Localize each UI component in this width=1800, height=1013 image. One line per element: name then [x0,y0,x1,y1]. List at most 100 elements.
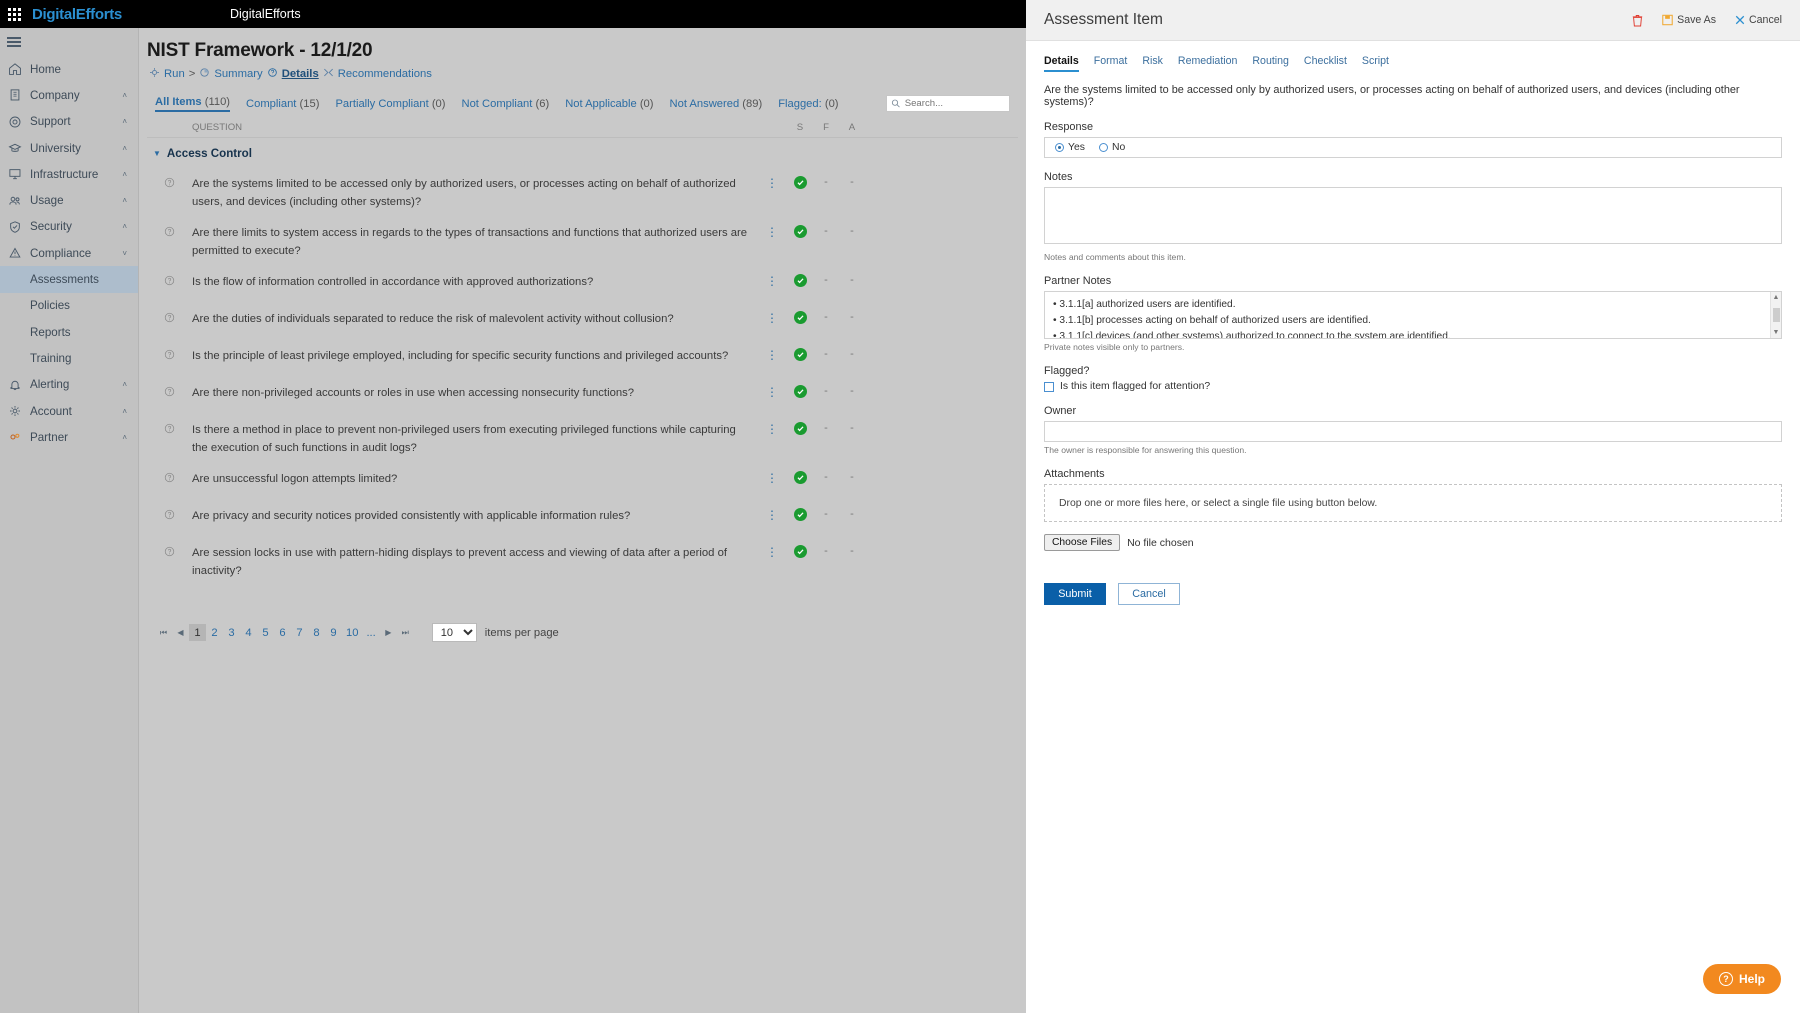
submit-button[interactable]: Submit [1044,583,1106,605]
filter-tab-partially-compliant[interactable]: Partially Compliant (0) [335,98,445,110]
row-menu-button[interactable]: ⋮ [757,471,787,485]
cancel-button[interactable]: Cancel [1118,583,1180,605]
breadcrumb-item-recommendations[interactable]: Recommendations [323,67,432,81]
choose-files-button[interactable]: Choose Files [1044,534,1121,551]
save-as-button[interactable]: Save As [1662,14,1716,26]
partner-notes-scrollbar[interactable]: ▲ ▼ [1770,292,1781,338]
sidebar-item-account[interactable]: Account ˄ [0,398,138,424]
apps-grid-button[interactable] [0,7,28,21]
tab-routing[interactable]: Routing [1252,55,1289,72]
scrollbar-thumb[interactable] [1772,308,1780,322]
sidebar-item-home[interactable]: Home [0,56,138,82]
table-row[interactable]: Are session locks in use with pattern-hi… [147,538,1018,587]
notes-textarea[interactable] [1044,187,1782,244]
brand-logo[interactable]: DigitalEfforts [32,6,122,23]
row-menu-button[interactable]: ⋮ [757,385,787,399]
response-option-no[interactable]: No [1098,142,1125,153]
last-page-button[interactable]: ⏭ [397,624,414,641]
pagination-page-7[interactable]: 7 [291,624,308,641]
sidebar-item-university[interactable]: University ˄ [0,135,138,161]
pagination-page-6[interactable]: 6 [274,624,291,641]
response-option-yes[interactable]: Yes [1055,142,1085,153]
help-button[interactable]: ? Help [1702,964,1781,994]
flagged-checkbox-row[interactable]: Is this item flagged for attention? [1044,381,1782,392]
home-icon [8,62,30,76]
search-box[interactable] [886,95,1010,112]
search-input[interactable] [904,98,1005,109]
pagination-ellipsis[interactable]: ... [362,624,379,641]
delete-button[interactable] [1632,14,1643,27]
response-field: Yes No [1044,137,1782,158]
tab-details[interactable]: Details [1044,55,1079,72]
check-circle-icon [793,225,807,238]
pagination-page-8[interactable]: 8 [308,624,325,641]
sidebar-item-partner[interactable]: Partner ˄ [0,424,138,450]
tab-remediation[interactable]: Remediation [1178,55,1237,72]
tab-risk[interactable]: Risk [1142,55,1163,72]
panel-cancel-button[interactable]: Cancel [1735,14,1782,26]
pagination-page-1[interactable]: 1 [189,624,206,641]
table-row[interactable]: Is there a method in place to prevent no… [147,415,1018,464]
filter-tab-flagged[interactable]: Flagged: (0) [778,98,838,110]
chevron-icon: ˄ [122,90,127,100]
pagination-page-10[interactable]: 10 [342,624,362,641]
pagination-page-3[interactable]: 3 [223,624,240,641]
breadcrumb-item-details[interactable]: Details [267,67,319,81]
pagination-page-4[interactable]: 4 [240,624,257,641]
sidebar-item-usage[interactable]: Usage ˄ [0,187,138,213]
filter-tab-compliant[interactable]: Compliant (15) [246,98,319,110]
tab-script[interactable]: Script [1362,55,1389,72]
row-menu-button[interactable]: ⋮ [757,274,787,288]
sidebar-toggle-button[interactable] [0,28,138,56]
sidebar-item-security[interactable]: Security ˄ [0,214,138,240]
prev-page-button[interactable]: ◀ [172,624,189,641]
sidebar-item-compliance[interactable]: Compliance ˅ [0,240,138,266]
pagination-page-2[interactable]: 2 [206,624,223,641]
scroll-down-icon[interactable]: ▼ [1773,329,1780,336]
filter-tab-not-compliant[interactable]: Not Compliant (6) [462,98,550,110]
sidebar-item-infrastructure[interactable]: Infrastructure ˄ [0,161,138,187]
group-header-row[interactable]: ▼ Access Control [147,138,1018,169]
checkbox-icon[interactable] [1044,381,1054,392]
table-row[interactable]: Is the flow of information controlled in… [147,267,1018,304]
breadcrumb-item-summary[interactable]: Summary [199,67,263,81]
row-menu-button[interactable]: ⋮ [757,311,787,325]
sidebar-subitem-policies[interactable]: Policies [0,293,138,319]
table-row[interactable]: Are unsuccessful logon attempts limited?… [147,464,1018,501]
owner-input[interactable] [1044,421,1782,442]
pagination-page-9[interactable]: 9 [325,624,342,641]
table-row[interactable]: Are the systems limited to be accessed o… [147,169,1018,218]
row-menu-button[interactable]: ⋮ [757,225,787,239]
next-page-button[interactable]: ▶ [380,624,397,641]
row-menu-button[interactable]: ⋮ [757,348,787,362]
row-menu-button[interactable]: ⋮ [757,508,787,522]
sidebar-subitem-reports[interactable]: Reports [0,319,138,345]
table-row[interactable]: Are there limits to system access in reg… [147,218,1018,267]
file-dropzone[interactable]: Drop one or more files here, or select a… [1044,484,1782,522]
status-badge [787,225,813,238]
first-page-button[interactable]: ⏮ [155,624,172,641]
table-row[interactable]: Are the duties of individuals separated … [147,304,1018,341]
sidebar-subitem-training[interactable]: Training [0,345,138,371]
table-row[interactable]: Are there non-privileged accounts or rol… [147,378,1018,415]
sidebar-item-company[interactable]: Company ˄ [0,82,138,108]
breadcrumb-item-run[interactable]: Run [149,67,185,81]
tab-checklist[interactable]: Checklist [1304,55,1347,72]
scroll-up-icon[interactable]: ▲ [1773,294,1780,301]
table-row[interactable]: Is the principle of least privilege empl… [147,341,1018,378]
filter-tab-not-applicable[interactable]: Not Applicable (0) [565,98,653,110]
partner-notes-field[interactable]: • 3.1.1[a] authorized users are identifi… [1044,291,1782,339]
sidebar-item-support[interactable]: Support ˄ [0,109,138,135]
filter-tab-all-items[interactable]: All Items (110) [155,96,231,112]
filter-tab-not-answered[interactable]: Not Answered (89) [670,98,763,110]
row-menu-button[interactable]: ⋮ [757,422,787,436]
items-per-page-select[interactable]: 102050100 [431,623,477,642]
sidebar-item-alerting[interactable]: Alerting ˄ [0,372,138,398]
sidebar-subitem-assessments[interactable]: Assessments [0,266,138,293]
tab-format[interactable]: Format [1094,55,1128,72]
table-row[interactable]: Are privacy and security notices provide… [147,501,1018,538]
pagination-page-5[interactable]: 5 [257,624,274,641]
row-menu-button[interactable]: ⋮ [757,176,787,190]
row-menu-button[interactable]: ⋮ [757,545,787,559]
assessment-card: All Items (110) Compliant (15) Partially C… [147,89,1018,642]
